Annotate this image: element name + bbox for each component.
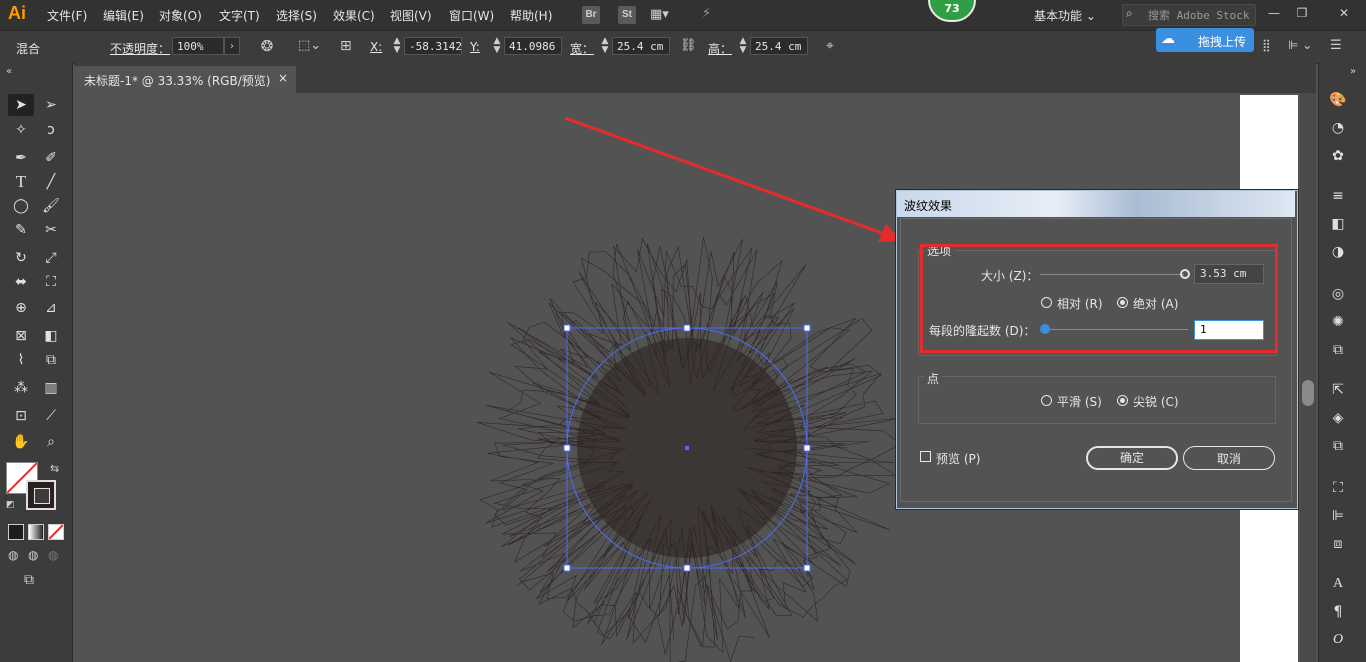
points-group-title: 点 (924, 370, 943, 387)
smooth-radio[interactable] (1041, 395, 1052, 406)
handle-middle-right (803, 444, 811, 452)
center-point (685, 446, 689, 450)
color-guide-icon[interactable]: ◔ (1328, 118, 1348, 138)
corner-label[interactable]: 尖锐 (C) (1133, 393, 1179, 410)
handle-top-center (683, 324, 691, 332)
align-panel-icon[interactable]: ⊫ (1328, 506, 1348, 526)
smooth-label[interactable]: 平滑 (S) (1057, 393, 1102, 410)
handle-bottom-left (563, 564, 571, 572)
preview-checkbox[interactable] (920, 451, 931, 462)
annotation-highlight-box (920, 244, 1278, 353)
handle-bottom-center (683, 564, 691, 572)
dialog-title: 波纹效果 (904, 199, 953, 213)
annotation-arrow-line (564, 116, 891, 238)
expand-panels-icon[interactable]: » (1350, 66, 1356, 77)
handle-top-left (563, 324, 571, 332)
ok-button[interactable]: 确定 (1086, 446, 1178, 470)
roughened-circle-artwork (477, 237, 905, 662)
handle-top-right (803, 324, 811, 332)
stroke-panel-icon[interactable]: ≡ (1328, 186, 1348, 206)
pathfinder-panel-icon[interactable]: ⧈ (1328, 534, 1348, 554)
handle-bottom-right (803, 564, 811, 572)
character-panel-icon[interactable]: A (1328, 574, 1348, 594)
gradient-panel-icon[interactable]: ◧ (1328, 214, 1348, 234)
dialog-titlebar[interactable] (897, 191, 1295, 217)
export-panel-icon[interactable]: ⇱ (1328, 380, 1348, 400)
opentype-panel-icon[interactable]: O (1328, 630, 1348, 650)
symbols-panel-icon[interactable]: ⧉ (1328, 340, 1348, 360)
corner-radio[interactable] (1117, 395, 1128, 406)
color-panel-icon[interactable]: 🎨 (1328, 90, 1348, 110)
color-themes-icon[interactable]: ✿ (1328, 146, 1348, 166)
paragraph-panel-icon[interactable]: ¶ (1328, 602, 1348, 622)
artboards-panel-icon[interactable]: ⧉ (1328, 436, 1348, 456)
appearance-panel-icon[interactable]: ◎ (1328, 284, 1348, 304)
transparency-panel-icon[interactable]: ◑ (1328, 242, 1348, 262)
graphic-styles-icon[interactable]: ✺ (1328, 312, 1348, 332)
transform-panel-icon[interactable]: ⛶ (1328, 478, 1348, 498)
handle-middle-left (563, 444, 571, 452)
cancel-button[interactable]: 取消 (1183, 446, 1275, 470)
preview-label[interactable]: 预览 (P) (936, 450, 980, 467)
layers-panel-icon[interactable]: ◈ (1328, 408, 1348, 428)
